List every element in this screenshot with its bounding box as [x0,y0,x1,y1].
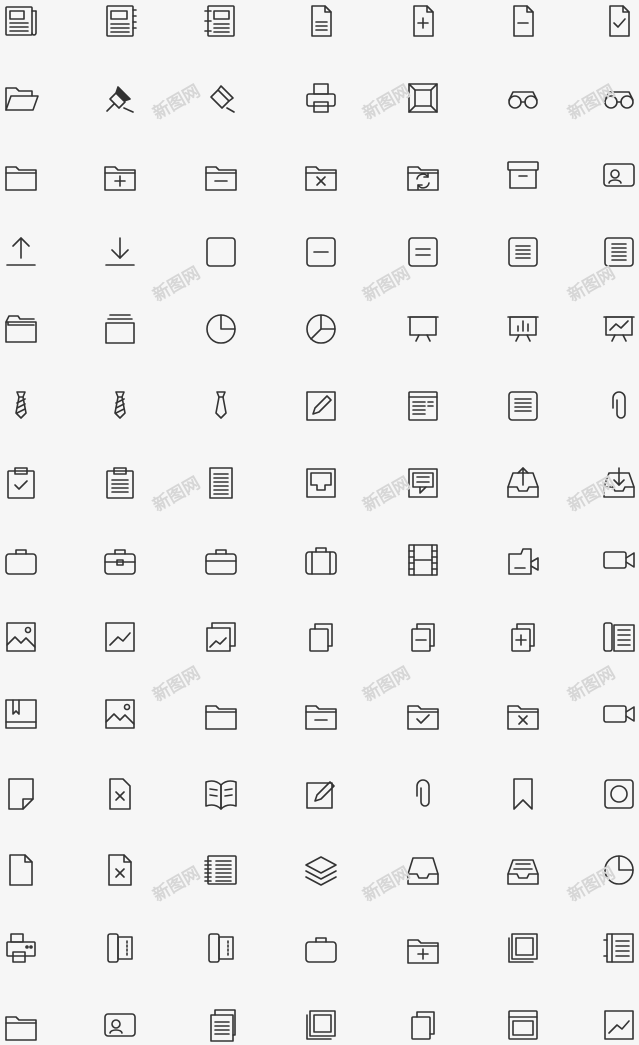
frame-message-icon[interactable] [403,463,443,503]
record-icon[interactable] [599,774,639,814]
photo-frame-icon[interactable] [503,928,543,968]
printer-icon[interactable] [301,78,341,118]
video-camera-icon[interactable] [599,540,639,580]
inbox-download-icon[interactable] [599,463,639,503]
square-lines-many-icon[interactable] [599,232,639,272]
presentation-board-icon[interactable] [403,309,443,349]
square-equal-icon[interactable] [403,232,443,272]
book-open-icon[interactable] [201,774,241,814]
bookmark-icon[interactable] [503,774,543,814]
image-chart-icon[interactable] [100,617,140,657]
notebook-lines-icon[interactable] [599,928,639,968]
image-chart-icon[interactable] [599,1005,639,1045]
copy-icon[interactable] [403,1005,443,1045]
ticket-icon[interactable] [201,928,241,968]
clipboard-icon[interactable] [100,463,140,503]
note-icon[interactable] [1,774,41,814]
photo-frame-icon[interactable] [301,1005,341,1045]
fax-icon[interactable] [1,928,41,968]
folder-delete-icon[interactable] [503,694,543,734]
edit-pencil-icon[interactable] [301,386,341,426]
briefcase-icon[interactable] [1,540,41,580]
copy-icon[interactable] [301,617,341,657]
window-icon[interactable] [503,1005,543,1045]
pie-chart-slice-icon[interactable] [301,309,341,349]
folder-check-icon[interactable] [403,694,443,734]
document-lines-icon[interactable] [301,1,341,41]
icon-grid [0,0,639,1042]
inbox-archive-icon[interactable] [503,850,543,890]
tie-icon[interactable] [201,386,241,426]
document-icon[interactable] [1,850,41,890]
document-text-icon[interactable] [201,463,241,503]
archive-box-icon[interactable] [503,155,543,195]
pin-icon[interactable] [201,78,241,118]
folder-open-icon[interactable] [1,78,41,118]
download-icon[interactable] [100,232,140,272]
newspaper-icon[interactable] [1,1,41,41]
book-icon[interactable] [1,694,41,734]
file-delete-icon[interactable] [100,850,140,890]
document-remove-icon[interactable] [503,1,543,41]
folder-icon[interactable] [1,1005,41,1045]
book-spiral-icon[interactable] [201,850,241,890]
edit-note-icon[interactable] [301,774,341,814]
square-lines-icon[interactable] [503,232,543,272]
tie-striped-icon[interactable] [100,386,140,426]
layers-icon[interactable] [301,850,341,890]
pie-chart-icon[interactable] [201,309,241,349]
image-icon[interactable] [1,617,41,657]
briefcase-icon[interactable] [301,928,341,968]
document-add-icon[interactable] [403,1,443,41]
suitcase-icon[interactable] [301,540,341,580]
folder-icon[interactable] [1,155,41,195]
briefcase-lock-icon[interactable] [100,540,140,580]
pie-chart-icon[interactable] [599,850,639,890]
briefcase-strap-icon[interactable] [201,540,241,580]
paperclip-icon[interactable] [403,774,443,814]
box-frame-icon[interactable] [403,78,443,118]
glasses-icon[interactable] [599,78,639,118]
document-check-icon[interactable] [599,1,639,41]
inbox-tray-icon[interactable] [403,850,443,890]
glasses-icon[interactable] [503,78,543,118]
film-strip-icon[interactable] [403,540,443,580]
square-minus-icon[interactable] [301,232,341,272]
pin-filled-icon[interactable] [100,78,140,118]
inbox-upload-icon[interactable] [503,463,543,503]
presentation-line-chart-icon[interactable] [599,309,639,349]
copy-remove-icon[interactable] [403,617,443,657]
list-icon[interactable] [503,386,543,426]
square-icon[interactable] [201,232,241,272]
id-card-icon[interactable] [100,1005,140,1045]
paperclip-icon[interactable] [599,386,639,426]
upload-icon[interactable] [1,232,41,272]
document-delete-icon[interactable] [100,774,140,814]
clipboard-check-icon[interactable] [1,463,41,503]
folder-icon[interactable] [201,694,241,734]
notebook-icon[interactable] [201,1,241,41]
images-icon[interactable] [201,617,241,657]
frame-tray-icon[interactable] [301,463,341,503]
video-camera-icon[interactable] [599,694,639,734]
video-folder-icon[interactable] [503,540,543,580]
tie-striped-icon[interactable] [1,386,41,426]
presentation-bar-chart-icon[interactable] [503,309,543,349]
folder-empty-icon[interactable] [1,309,41,349]
ticket-icon[interactable] [100,928,140,968]
documents-icon[interactable] [201,1005,241,1045]
book-pages-icon[interactable] [599,617,639,657]
folder-add-icon[interactable] [403,928,443,968]
folder-remove-icon[interactable] [301,694,341,734]
folder-add-icon[interactable] [100,155,140,195]
newspaper-binder-icon[interactable] [100,1,140,41]
stack-icon[interactable] [100,309,140,349]
photo-icon[interactable] [100,694,140,734]
folder-sync-icon[interactable] [403,155,443,195]
folder-remove-icon[interactable] [201,155,241,195]
window-text-icon[interactable] [403,386,443,426]
id-card-icon[interactable] [599,155,639,195]
copy-add-icon[interactable] [503,617,543,657]
folder-delete-icon[interactable] [301,155,341,195]
